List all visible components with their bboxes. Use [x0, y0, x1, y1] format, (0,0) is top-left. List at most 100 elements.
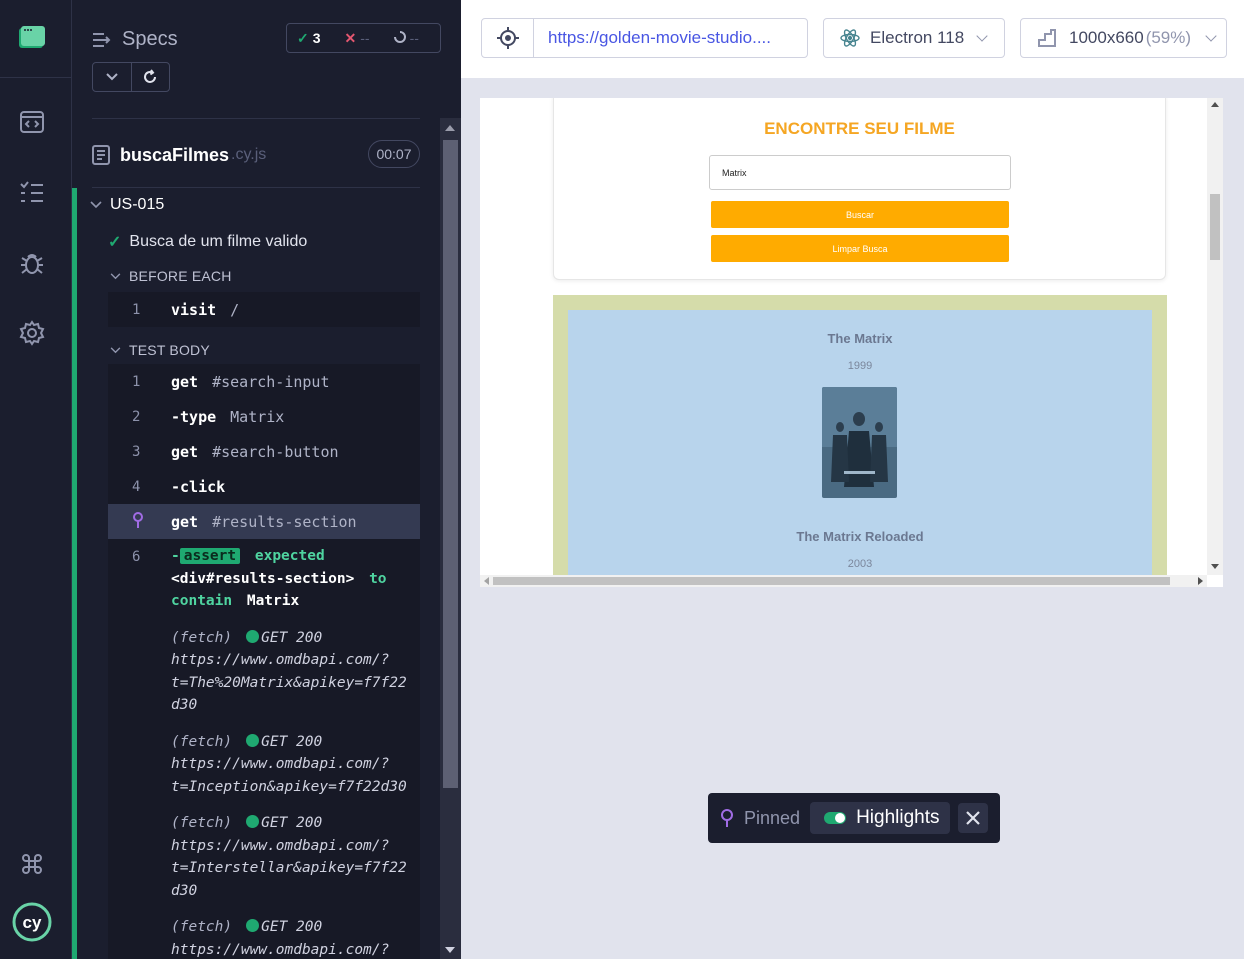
fetch-log[interactable]: (fetch) GET 200 https://www.omdbapi.com/? [108, 910, 420, 959]
app-under-test-panel: https://golden-movie-studio.... Electron… [461, 0, 1244, 959]
fetch-url-line: t=Inception&apikey=f7f22d30 [171, 778, 407, 795]
clear-search-button[interactable]: Limpar Busca [711, 235, 1009, 262]
command-row[interactable]: 2 -type Matrix [108, 399, 420, 434]
reporter-panel: Specs ✓ 3 ✕ -- -- buscaFilmes .cy.js 00:… [72, 0, 461, 959]
assert-expected: expected [254, 548, 325, 564]
crosshair-icon [496, 27, 519, 49]
rerun-button[interactable] [132, 63, 170, 91]
specs-header[interactable]: Specs [92, 28, 178, 51]
cypress-logo-icon[interactable]: cy [12, 902, 52, 942]
reporter-scrollbar[interactable] [440, 118, 461, 959]
command-number: 1 [132, 301, 141, 318]
assert-contain: contain [171, 593, 233, 609]
aut-iframe: ENCONTRE SEU FILME Matrix Buscar Limpar … [480, 98, 1223, 587]
scroll-left-arrow-icon[interactable] [484, 577, 489, 585]
command-name: get [171, 442, 199, 461]
unpin-close-button[interactable] [957, 803, 988, 833]
before-each-commands: 1 visit / [108, 292, 420, 327]
cypress-app-icon[interactable] [18, 24, 46, 52]
highlights-toggle[interactable]: Highlights [810, 802, 950, 834]
chevron-down-icon [110, 272, 121, 279]
command-arg: #results-section [212, 512, 357, 531]
toggle-switch-icon [824, 812, 847, 824]
specs-list-icon[interactable] [18, 179, 46, 207]
runs-icon[interactable] [18, 108, 46, 136]
fetch-label: (fetch) [171, 629, 233, 646]
command-row[interactable]: 4 -click [108, 469, 420, 504]
command-dash: - [171, 548, 180, 564]
command-row[interactable]: 1 get #search-input [108, 364, 420, 399]
assert-value: Matrix [246, 593, 300, 609]
viewport-selector[interactable]: 1000x660 (59%) [1020, 18, 1227, 58]
failed-x-icon: ✕ [344, 29, 357, 46]
results-highlight: The Matrix 1999 The Matrix Reloaded 2003 [568, 310, 1152, 587]
suite-title[interactable]: US-015 [90, 196, 164, 214]
passed-check-icon: ✓ [108, 234, 122, 251]
scroll-down-arrow-icon[interactable] [1211, 564, 1219, 569]
command-number: 3 [132, 443, 141, 460]
aut-toolbar: https://golden-movie-studio.... Electron… [461, 0, 1244, 78]
command-name: visit [171, 300, 217, 319]
passed-check-icon: ✓ [297, 29, 309, 46]
settings-gear-icon[interactable] [18, 319, 46, 347]
before-each-hook[interactable]: BEFORE EACH [110, 268, 232, 284]
spec-file-header: buscaFilmes .cy.js 00:07 [92, 140, 420, 170]
fetch-url-line: https://www.omdbapi.com/? [171, 756, 390, 772]
command-row[interactable]: 1 visit / [108, 292, 420, 327]
debug-bug-icon[interactable] [18, 249, 46, 277]
pin-icon [721, 809, 733, 827]
command-arg: Matrix [230, 407, 285, 426]
command-row[interactable]: 3 get #search-button [108, 434, 420, 469]
scroll-up-arrow-icon[interactable] [1211, 102, 1219, 107]
command-row-pinned[interactable]: get #results-section [108, 504, 420, 539]
scrollbar-thumb[interactable] [493, 577, 1170, 585]
document-icon [92, 145, 110, 165]
command-name: -type [171, 407, 217, 426]
refresh-icon [144, 69, 157, 83]
scrollbar-thumb[interactable] [1210, 194, 1220, 260]
command-number [108, 511, 171, 533]
assert-subject: <div#results-section> [171, 570, 355, 587]
status-dot-icon [246, 815, 260, 828]
selector-playground-button[interactable] [482, 19, 534, 57]
fetch-log[interactable]: (fetch) GET 200 https://www.omdbapi.com/?… [108, 806, 420, 910]
search-input[interactable]: Matrix [709, 155, 1011, 190]
divider [92, 187, 420, 188]
fetch-url-line: https://www.omdbapi.com/? [171, 652, 390, 668]
test-body-hook[interactable]: TEST BODY [110, 342, 210, 358]
assert-command[interactable]: 6 - assert expected <div#results-section>… [108, 539, 420, 621]
scrollbar-thumb[interactable] [443, 140, 458, 788]
scroll-right-arrow-icon[interactable] [1198, 577, 1203, 585]
viewport-scale: (59%) [1145, 28, 1192, 47]
chevron-down-icon [110, 346, 121, 353]
command-name: get [171, 512, 199, 531]
browser-selector[interactable]: Electron 118 [823, 18, 1005, 58]
fetch-status: GET 200 [261, 733, 323, 750]
pending-spinner-icon [393, 30, 406, 46]
divider [92, 118, 420, 119]
url-text[interactable]: https://golden-movie-studio.... [534, 28, 771, 48]
scroll-down-arrow-icon[interactable] [445, 947, 455, 953]
command-number: 4 [132, 478, 141, 495]
iframe-vertical-scrollbar[interactable] [1207, 98, 1223, 575]
spec-file-name[interactable]: buscaFilmes [120, 145, 229, 166]
assert-to: to [369, 570, 387, 587]
fetch-log[interactable]: (fetch) GET 200 https://www.omdbapi.com/?… [108, 621, 420, 725]
status-dot-icon [246, 733, 260, 747]
iframe-horizontal-scrollbar[interactable] [480, 575, 1207, 587]
status-bar [72, 188, 77, 959]
movie-poster-image [822, 387, 897, 498]
movie-year: 2003 [847, 558, 873, 570]
fetch-url-line: d30 [171, 882, 198, 899]
pinned-label: Pinned [744, 807, 801, 828]
fetch-url-line: https://www.omdbapi.com/? [171, 837, 390, 854]
chevron-down-icon [106, 73, 118, 81]
scroll-up-arrow-icon[interactable] [445, 125, 455, 131]
test-title[interactable]: ✓ Busca de um filme valido [108, 232, 307, 252]
collapse-all-button[interactable] [93, 63, 132, 91]
search-button[interactable]: Buscar [711, 201, 1009, 228]
command-arg: / [230, 300, 240, 319]
hook-label: BEFORE EACH [129, 268, 232, 284]
keyboard-shortcuts-icon[interactable] [18, 850, 46, 878]
fetch-log[interactable]: (fetch) GET 200 https://www.omdbapi.com/?… [108, 725, 420, 807]
